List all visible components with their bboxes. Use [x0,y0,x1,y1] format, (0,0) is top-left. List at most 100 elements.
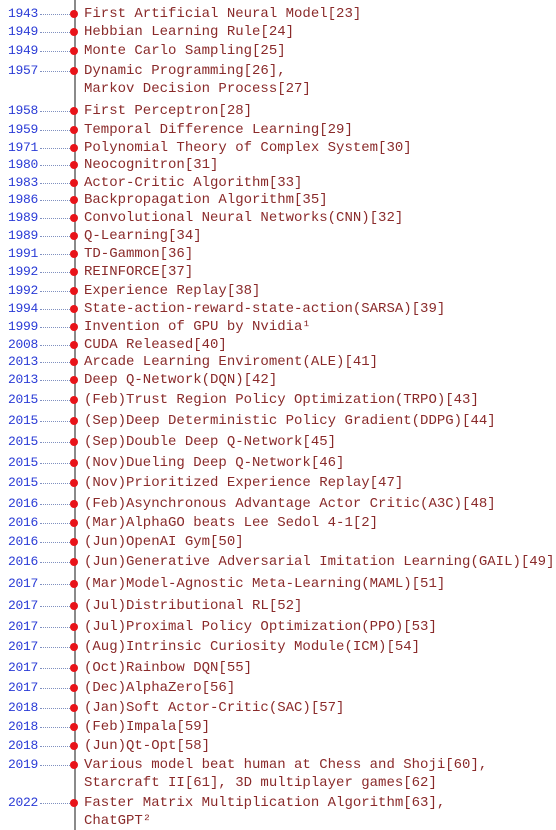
event-description: First Perceptron[28] [84,102,252,120]
timeline-entry: 2017 (Aug)Intrinsic Curiosity Module(ICM)… [0,638,556,656]
dotted-leader [40,254,70,255]
event-description: (Feb)Trust Region Policy Optimization(TR… [84,391,479,409]
year-label: 2015 [7,413,38,428]
timeline-entry: 1989 Convolutional Neural Networks(CNN)[3… [0,209,556,227]
event-marker-icon [70,417,78,425]
timeline-entry: 2018 (Feb)Impala[59] [0,718,556,736]
event-line: (Aug)Intrinsic Curiosity Module(ICM)[54] [84,639,421,655]
year-label: 2018 [7,738,38,753]
event-marker-icon [70,28,78,36]
timeline-entry: 2017 (Jul)Distributional RL[52] [0,597,556,615]
event-line: ChatGPT² [84,813,152,829]
dotted-leader [40,380,70,381]
year-label: 2019 [7,757,38,772]
year-label: 1958 [7,103,38,118]
year-label: 2017 [7,680,38,695]
timeline-entry: 2022 Faster Matrix Multiplication Algorit… [0,794,556,829]
timeline-entry: 1992 Experience Replay[38] [0,282,556,300]
dotted-leader [40,272,70,273]
event-marker-icon [70,214,78,222]
year-label: 2008 [7,337,38,352]
event-description: Monte Carlo Sampling[25] [84,42,286,60]
year-label: 1957 [7,63,38,78]
dotted-leader [40,200,70,201]
year-label: 1943 [7,6,38,21]
event-line: Dynamic Programming[26], [84,63,286,79]
event-line: First Perceptron[28] [84,103,253,119]
event-line: Polynomial Theory of Complex System[30] [84,140,412,156]
year-label: 2022 [7,795,38,810]
event-description: (Jul)Distributional RL[52] [84,597,302,615]
event-marker-icon [70,602,78,610]
event-description: (Sep)Deep Deterministic Policy Gradient(… [84,412,496,430]
event-marker-icon [70,643,78,651]
event-line: Actor-Critic Algorithm[33] [84,175,303,191]
timeline-entry: 2008 CUDA Released[40] [0,336,556,354]
event-marker-icon [70,519,78,527]
event-line: (Mar)Model-Agnostic Meta-Learning(MAML)[… [84,576,446,592]
year-label: 2013 [7,354,38,369]
event-description: (Mar)Model-Agnostic Meta-Learning(MAML)[… [84,575,445,593]
timeline-entry: 1999 Invention of GPU by Nvidia¹ [0,318,556,336]
timeline-entry: 2013 Deep Q-Network(DQN)[42] [0,371,556,389]
event-description: Deep Q-Network(DQN)[42] [84,371,277,389]
event-line: (Jan)Soft Actor-Critic(SAC)[57] [84,700,345,716]
event-line: (Jun)Generative Adversarial Imitation Le… [84,554,555,570]
timeline-entry: 1992 REINFORCE[37] [0,263,556,281]
event-description: State-action-reward-state-action(SARSA)[… [84,300,445,318]
dotted-leader [40,708,70,709]
event-description: CUDA Released[40] [84,336,227,354]
event-line: Starcraft II[61], 3D multiplayer games[6… [84,775,437,791]
timeline-entry: 1949 Hebbian Learning Rule[24] [0,23,556,41]
event-line: Hebbian Learning Rule[24] [84,24,295,40]
year-label: 1986 [7,192,38,207]
timeline-entry: 2017 (Dec)AlphaZero[56] [0,679,556,697]
dotted-leader [40,183,70,184]
event-line: Invention of GPU by Nvidia¹ [84,319,311,335]
event-marker-icon [70,438,78,446]
event-description: (Jun)Generative Adversarial Imitation Le… [84,553,554,571]
event-marker-icon [70,538,78,546]
event-marker-icon [70,144,78,152]
event-marker-icon [70,500,78,508]
event-marker-icon [70,47,78,55]
year-label: 1991 [7,246,38,261]
event-line: Backpropagation Algorithm[35] [84,192,328,208]
event-marker-icon [70,10,78,18]
dotted-leader [40,309,70,310]
event-description: (Jun)OpenAI Gym[50] [84,533,244,551]
event-line: (Feb)Trust Region Policy Optimization(TR… [84,392,479,408]
event-marker-icon [70,126,78,134]
event-marker-icon [70,323,78,331]
dotted-leader [40,688,70,689]
event-marker-icon [70,396,78,404]
dotted-leader [40,421,70,422]
event-line: (Nov)Prioritized Experience Replay[47] [84,475,404,491]
event-marker-icon [70,179,78,187]
event-description: Backpropagation Algorithm[35] [84,191,328,209]
event-description: REINFORCE[37] [84,263,193,281]
event-description: (Jul)Proximal Policy Optimization(PPO)[5… [84,618,437,636]
year-label: 1999 [7,319,38,334]
year-label: 2015 [7,392,38,407]
event-marker-icon [70,742,78,750]
event-description: Faster Matrix Multiplication Algorithm[6… [84,794,445,830]
timeline-entry: 1986 Backpropagation Algorithm[35] [0,191,556,209]
year-label: 1994 [7,301,38,316]
event-description: Dynamic Programming[26], Markov Decision … [84,62,311,98]
event-line: Monte Carlo Sampling[25] [84,43,286,59]
year-label: 2018 [7,719,38,734]
dotted-leader [40,627,70,628]
event-marker-icon [70,232,78,240]
year-label: 2017 [7,598,38,613]
year-label: 2017 [7,639,38,654]
timeline-entry: 2016 (Jun)OpenAI Gym[50] [0,533,556,551]
year-label: 2018 [7,700,38,715]
dotted-leader [40,51,70,52]
event-marker-icon [70,479,78,487]
year-label: 1992 [7,283,38,298]
event-marker-icon [70,250,78,258]
event-description: (Dec)AlphaZero[56] [84,679,235,697]
year-label: 2016 [7,534,38,549]
year-label: 2015 [7,455,38,470]
